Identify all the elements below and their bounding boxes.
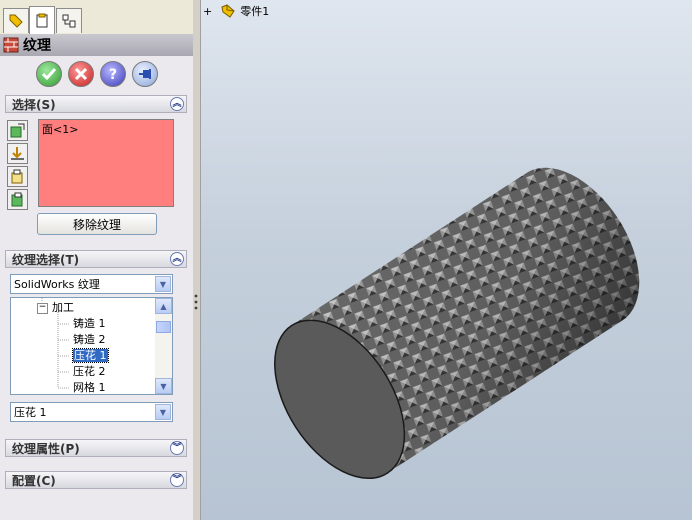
expand-down-icon[interactable]: ︾	[170, 441, 184, 455]
tab-property-manager[interactable]	[29, 6, 55, 34]
expand-down-icon[interactable]: ︾	[170, 473, 184, 487]
configuration-heading: 配置(C)	[12, 473, 56, 488]
texture-current-select[interactable]: 压花 1 ▼	[10, 402, 173, 422]
configuration-section-header[interactable]: 配置(C) ︾	[5, 471, 187, 489]
texture-library-value: SolidWorks 纹理	[14, 278, 100, 291]
ok-button[interactable]	[36, 61, 62, 87]
scroll-thumb[interactable]	[156, 321, 171, 333]
feature-tree-icon	[9, 14, 23, 28]
select-faces-button[interactable]	[7, 120, 28, 141]
texture-properties-heading: 纹理属性(P)	[12, 441, 80, 456]
part-icon	[11, 169, 23, 184]
close-icon	[74, 67, 88, 81]
knurled-cylinder-model[interactable]	[201, 0, 692, 520]
cancel-button[interactable]	[68, 61, 94, 87]
selected-faces-list[interactable]: 面<1>	[38, 119, 174, 207]
property-manager-panel: 纹理 ? 选择(S) ︽ 面<1> 移除纹理 纹理选择(T) ︽ SolidWo…	[0, 0, 194, 520]
grip-icon	[194, 294, 198, 310]
property-manager-icon	[36, 13, 48, 27]
tab-configuration-manager[interactable]	[56, 8, 82, 33]
face-select-icon	[10, 123, 25, 138]
collapse-up-icon[interactable]: ︽	[170, 252, 184, 266]
texture-library-select[interactable]: SolidWorks 纹理 ▼	[10, 274, 173, 294]
scroll-up-icon[interactable]: ▲	[155, 298, 172, 314]
action-buttons: ?	[36, 61, 158, 87]
chevron-down-icon[interactable]: ▼	[155, 404, 171, 420]
texture-select-section-header[interactable]: 纹理选择(T) ︽	[5, 250, 187, 268]
remove-texture-button[interactable]: 移除纹理	[37, 213, 157, 235]
tree-scrollbar[interactable]: ▲ ▼	[155, 298, 172, 394]
select-body-button[interactable]	[7, 166, 28, 187]
checkmark-icon	[41, 68, 57, 81]
pin-button[interactable]	[132, 61, 158, 87]
graphics-viewport[interactable]: + 零件1	[201, 0, 692, 520]
chevron-down-icon[interactable]: ▼	[155, 276, 171, 292]
texture-current-value: 压花 1	[14, 406, 47, 419]
manager-tabs	[0, 0, 193, 35]
selection-section-header[interactable]: 选择(S) ︽	[5, 95, 187, 113]
pushpin-icon	[139, 69, 151, 79]
select-feature-button[interactable]	[7, 189, 28, 210]
svg-text:?: ?	[109, 67, 117, 82]
texture-select-heading: 纹理选择(T)	[12, 252, 80, 267]
arrow-down-icon	[11, 147, 24, 160]
help-button[interactable]: ?	[100, 61, 126, 87]
select-direction-button[interactable]	[7, 143, 28, 164]
property-manager-header: 纹理	[0, 34, 193, 56]
selection-heading: 选择(S)	[12, 97, 56, 112]
tab-feature-manager[interactable]	[3, 8, 29, 33]
configuration-icon	[62, 14, 76, 28]
scroll-down-icon[interactable]: ▼	[155, 378, 172, 394]
feature-icon	[11, 192, 23, 207]
texture-properties-section-header[interactable]: 纹理属性(P) ︾	[5, 439, 187, 457]
texture-icon	[3, 37, 19, 53]
tree-lines	[41, 298, 69, 389]
panel-splitter[interactable]	[193, 0, 201, 520]
collapse-up-icon[interactable]: ︽	[170, 97, 184, 111]
texture-tree[interactable]: − 加工 铸造 1 铸造 2 压花 1 压花 2 网格 1 ▲ ▼	[10, 297, 173, 395]
page-title: 纹理	[23, 38, 51, 54]
help-icon: ?	[109, 67, 117, 82]
list-item[interactable]: 面<1>	[42, 121, 170, 137]
